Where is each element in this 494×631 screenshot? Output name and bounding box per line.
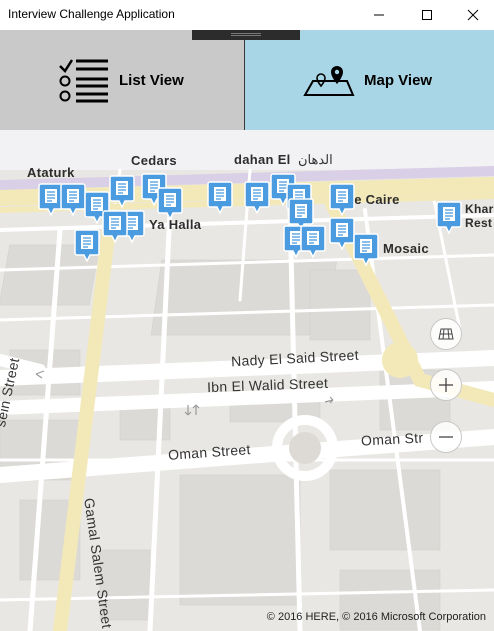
restaurant-pin[interactable] (329, 183, 355, 217)
restaurant-pin[interactable] (74, 229, 100, 263)
tab-list-label: List View (119, 71, 184, 89)
maximize-button[interactable] (404, 0, 450, 30)
zoom-in-icon (439, 378, 453, 392)
restaurant-pin[interactable] (244, 181, 270, 215)
close-icon (467, 9, 479, 21)
tab-list-view[interactable]: List View (0, 30, 245, 130)
place-dahan-el: dahan El (234, 152, 291, 167)
restaurant-pin[interactable] (60, 183, 86, 217)
tab-map-view[interactable]: Map View (245, 30, 494, 130)
place-mosaic: Mosaic (383, 241, 429, 256)
maximize-icon (422, 10, 432, 20)
map-view[interactable]: Ataturk Cedars dahan El الدهان Ya Halla … (0, 130, 494, 631)
close-button[interactable] (450, 0, 494, 30)
zoom-out-button[interactable] (430, 421, 462, 453)
map-style-icon (438, 328, 454, 340)
map-copyright: © 2016 HERE, © 2016 Microsoft Corporatio… (266, 611, 486, 623)
place-khan-2: Rest (465, 216, 493, 230)
place-ataturk: Ataturk (27, 165, 75, 180)
title-bar: Interview Challenge Application (0, 0, 494, 30)
restaurant-pin[interactable] (353, 233, 379, 267)
place-dahan-ar: الدهان (298, 152, 333, 167)
zoom-in-button[interactable] (430, 369, 462, 401)
restaurant-pin[interactable] (207, 181, 233, 215)
restaurant-pin[interactable] (436, 201, 462, 235)
drag-handle[interactable] (192, 30, 300, 40)
restaurant-pin[interactable] (157, 187, 183, 221)
restaurant-pin[interactable] (300, 225, 326, 259)
restaurant-pin[interactable] (102, 210, 128, 244)
view-tabs: List View Map View (0, 30, 494, 130)
tab-map-label: Map View (364, 71, 433, 89)
street-oman-2: Oman Str (360, 429, 424, 449)
minimize-icon (374, 14, 384, 16)
place-khan-1: Khar (465, 202, 494, 216)
map-style-button[interactable] (430, 318, 462, 350)
place-cedars: Cedars (131, 153, 177, 168)
restaurant-pin[interactable] (329, 217, 355, 251)
checklist-icon (59, 59, 108, 103)
restaurant-pin[interactable] (109, 175, 135, 209)
zoom-out-icon (439, 436, 453, 438)
window-title: Interview Challenge Application (8, 7, 175, 21)
minimize-button[interactable] (356, 0, 402, 30)
map-pins-icon (303, 66, 355, 96)
